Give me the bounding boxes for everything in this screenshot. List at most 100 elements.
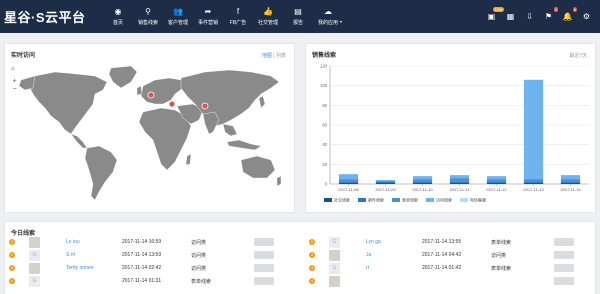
nav-item-label: 客户管理	[167, 20, 188, 26]
sales-leads-chart: 0 20 40 60 80 100 120 2017-11-08 2017-11-09 2017-…	[320, 64, 589, 203]
bar-2-series-0	[412, 183, 433, 184]
bar-6-series-0	[560, 183, 581, 184]
map-alaska	[18, 75, 36, 91]
avatar: G	[329, 237, 340, 248]
lead-type: 访问类	[491, 253, 507, 259]
bell-icon: 🔔	[562, 12, 573, 21]
nav-item-facebook[interactable]: f FB广告	[223, 0, 253, 33]
bar-2-series-3	[412, 176, 433, 180]
nav-item-label: 报告	[292, 20, 303, 26]
nav-item-users[interactable]: 👥 客户管理	[163, 0, 193, 33]
chevron-down-icon: ▾	[339, 19, 342, 24]
map-india	[202, 111, 220, 135]
news-button[interactable]: ▦	[501, 0, 520, 33]
bar-3-series-0	[449, 183, 470, 184]
legend-label: 电话客服	[470, 197, 486, 203]
list-view-link[interactable]: 列表	[276, 53, 286, 59]
bar-5-series-2	[523, 179, 544, 183]
top-navbar: 星谷·S云平台 ◉ 首页 ⚲ 销售线索 👥 客户管理 ➦ 事件营销 f FB广告 👍 社交管理 ▤ 报告 ☁…	[0, 0, 600, 33]
top-right-toolbar: ▣ 2250 ▦ ⇩ ⚑ 1 🔔 6 ⚙	[482, 0, 596, 33]
nav-item-like[interactable]: 👍 社交管理	[253, 0, 283, 33]
lead-name-link[interactable]: Lyn ga	[366, 239, 381, 245]
legend-swatch	[324, 198, 332, 202]
legend-label: 社交线索	[334, 197, 350, 203]
bar-4-series-0	[486, 183, 507, 184]
bar-0-series-1	[338, 182, 359, 184]
today-leads-panel: 今日线索 1 Le iou 2017-11-14 16:59 访问类 2 G S nf 201…	[4, 221, 596, 294]
nav-item-link[interactable]: ⚲ 销售线索	[133, 0, 163, 33]
bar-5-series-0	[523, 183, 544, 184]
view-separator: |	[273, 53, 275, 59]
map-marker-india	[201, 102, 209, 110]
bar-0-series-0	[338, 183, 359, 184]
bar-0-series-2	[338, 179, 359, 183]
map-uk	[136, 85, 143, 96]
news-icon: ▦	[506, 12, 515, 21]
bar-5-series-3	[523, 79, 544, 180]
list-item[interactable]: 1 G Lyn ga 2017-11-14 13:55 表单线索	[5, 236, 597, 249]
avatar	[329, 276, 340, 287]
bar-6-series-3	[560, 175, 581, 180]
x-tick-label: 2017-11-13	[523, 187, 544, 192]
app-logo[interactable]: 星谷·S云平台	[4, 7, 86, 26]
gear-icon: ⚙	[582, 12, 591, 21]
lead-name-link[interactable]: Ja	[366, 252, 371, 258]
bar-5-series-1	[523, 182, 544, 184]
rank-badge: 4	[309, 278, 315, 284]
cart-button[interactable]: ⚑ 1	[539, 0, 558, 33]
map-south-america	[84, 145, 118, 201]
lead-name-link[interactable]: rt	[366, 265, 369, 271]
map-view-link[interactable]: 地图	[262, 53, 272, 59]
nav-item-share[interactable]: ➦ 事件营销	[193, 0, 223, 33]
rank-badge: 3	[309, 265, 315, 271]
lead-type: 表单线索	[491, 266, 512, 272]
x-tick-label: 2017-11-09	[375, 187, 396, 192]
bar-0-series-3	[338, 174, 359, 180]
bar-6-series-2	[560, 179, 581, 183]
bell-button[interactable]: 🔔 6	[558, 0, 577, 33]
gear-button[interactable]: ⚙	[577, 0, 596, 33]
legend-label: 表单线索	[402, 197, 418, 203]
bar-4-series-3	[486, 176, 507, 180]
list-item[interactable]: 3 G rt 2017-11-14 01:42 表单线索	[5, 262, 597, 275]
map-southeast-asia	[222, 123, 238, 137]
view-toggle: 地图 | 列表	[262, 52, 286, 59]
bar-1-series-2	[375, 181, 396, 183]
nav-item-label: FB广告	[229, 20, 247, 26]
dashboard-icon: ◉	[114, 7, 122, 16]
avatar: G	[329, 263, 340, 274]
nav-item-label: 首页	[112, 20, 123, 26]
list-item[interactable]: 2 Ja 2017-11-14 04:42 访问类	[5, 249, 597, 262]
bar-1-series-3	[375, 180, 396, 182]
bar-1-series-0	[375, 183, 396, 184]
map-marker-europe	[147, 91, 155, 99]
bar-2-series-1	[412, 182, 433, 184]
cart-icon: ⚑	[544, 12, 553, 21]
map-indonesia	[226, 139, 262, 151]
list-item[interactable]: 4	[5, 275, 597, 288]
legend-swatch	[426, 198, 434, 202]
bar-1-series-1	[375, 182, 396, 184]
nav-item-label: 事件营销	[197, 20, 218, 26]
download-icon: ⇩	[526, 12, 533, 21]
notification-button[interactable]: ▣ 2250	[482, 0, 504, 33]
legend-label: 访问线索	[436, 197, 452, 203]
nav-item-cloud[interactable]: ☁ 我的应用 ▾	[313, 0, 343, 33]
x-tick-label: 2017-11-12	[486, 187, 507, 192]
nav-item-label: 我的应用	[317, 20, 338, 26]
world-map[interactable]	[15, 64, 285, 204]
realtime-visits-title: 实时访问	[11, 53, 36, 59]
lead-time: 2017-11-14 01:42	[422, 265, 462, 271]
download-button[interactable]: ⇩	[520, 0, 539, 33]
main-nav: ◉ 首页 ⚲ 销售线索 👥 客户管理 ➦ 事件营销 f FB广告 👍 社交管理 ▤ 报告 ☁ 我的应用 ▾	[103, 0, 343, 33]
x-tick-label: 2017-11-10	[412, 187, 433, 192]
notification-icon: ▣	[487, 12, 496, 21]
nav-item-report[interactable]: ▤ 报告	[283, 0, 313, 33]
x-tick-label: 2017-11-14	[560, 187, 581, 192]
y-tick-label: 120	[320, 64, 328, 69]
map-greenland	[108, 65, 138, 89]
map-japan	[258, 95, 266, 109]
map-north-america	[28, 71, 108, 135]
nav-item-dashboard[interactable]: ◉ 首页	[103, 0, 133, 33]
y-tick-label: 60	[322, 123, 327, 128]
